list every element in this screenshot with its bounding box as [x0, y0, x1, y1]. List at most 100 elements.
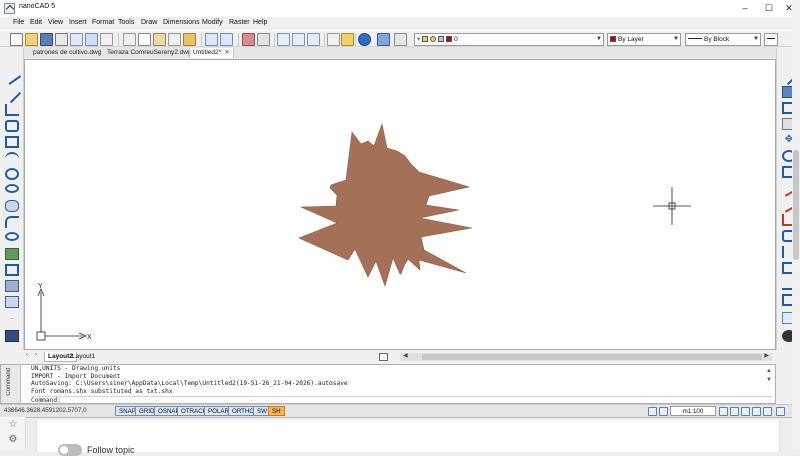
line-tool-icon[interactable]: [2, 67, 22, 85]
redo-icon[interactable]: [220, 33, 233, 46]
command-line: UN,UNITS - Drawing units: [31, 365, 121, 372]
cut-icon[interactable]: [123, 33, 136, 46]
zoom-extents-icon[interactable]: [292, 33, 305, 46]
table-tool-icon[interactable]: [5, 330, 19, 342]
measure-ruler-icon[interactable]: [341, 33, 354, 46]
menu-file[interactable]: File: [13, 18, 24, 28]
save-icon[interactable]: [40, 33, 53, 46]
zoom-realtime-icon[interactable]: [257, 33, 270, 46]
tab-layout1[interactable]: Layout1: [69, 352, 98, 362]
menu-dimensions[interactable]: Dimensions: [163, 18, 200, 28]
publish-icon[interactable]: [85, 33, 98, 46]
follow-topic-label: Follow topic: [87, 445, 135, 455]
gear-icon[interactable]: ⚙: [7, 434, 19, 446]
make-block-icon[interactable]: [5, 264, 19, 276]
layers-manager-icon[interactable]: [377, 33, 390, 46]
lineweight-select[interactable]: [764, 33, 778, 46]
drawing-canvas[interactable]: Y X: [24, 59, 776, 350]
menu-modify[interactable]: Modify: [202, 18, 223, 28]
help-icon[interactable]: [358, 33, 371, 46]
tab-patrones-de-cultivo[interactable]: patrones de cultivo.dwg: [30, 48, 106, 58]
menu-edit[interactable]: Edit: [30, 18, 42, 28]
match-properties-icon[interactable]: [168, 33, 181, 46]
menu-view[interactable]: View: [48, 18, 63, 28]
minimize-button[interactable]: –: [734, 0, 756, 17]
region-tool-icon[interactable]: [5, 296, 19, 308]
sh-toggle[interactable]: SH: [268, 406, 285, 416]
viewport-icon[interactable]: [659, 407, 668, 416]
distance-icon[interactable]: [327, 33, 340, 46]
toolbar-separator: [238, 33, 239, 46]
scroll-thumb[interactable]: [422, 354, 762, 360]
paste-icon[interactable]: [153, 33, 166, 46]
linetype-select[interactable]: By Block ▼: [685, 33, 761, 46]
layout-prev-icon[interactable]: ‹: [26, 352, 28, 358]
page-scrollbar[interactable]: [792, 0, 800, 450]
hatch-shape: [298, 122, 473, 287]
star-icon[interactable]: ☆: [7, 419, 19, 431]
scroll-left-icon[interactable]: ◀: [403, 352, 408, 359]
command-window: Command UN,UNITS - Drawing units IMPORT …: [0, 364, 776, 404]
layer-state-icon[interactable]: [394, 33, 407, 46]
ellipse-tool-icon[interactable]: [5, 184, 19, 193]
zoom-previous-icon[interactable]: [307, 33, 320, 46]
settings-icon[interactable]: [763, 407, 772, 416]
scroll-right-icon[interactable]: ▶: [764, 352, 769, 359]
xline-tool-icon[interactable]: [2, 84, 22, 104]
undo-icon[interactable]: [205, 33, 218, 46]
tab-terraza-comreusereny2[interactable]: Terraza ComreuSereny2.dwg*: [104, 48, 199, 58]
open-file-icon[interactable]: [25, 33, 38, 46]
horizontal-scrollbar[interactable]: ◀ ▶: [400, 353, 772, 361]
properties-icon[interactable]: [100, 33, 113, 46]
layer-select[interactable]: ▾ 0 ▼: [414, 33, 604, 46]
tab-untitled2[interactable]: Untitled2* ✕: [189, 48, 234, 58]
menu-insert[interactable]: Insert: [69, 18, 87, 28]
cursor-coordinates: 436646.3628,4591202.5707,0: [4, 407, 87, 414]
print-icon[interactable]: [55, 33, 68, 46]
print-preview-icon[interactable]: [70, 33, 83, 46]
revision-cloud-icon[interactable]: [5, 200, 19, 212]
menu-tools[interactable]: Tools: [118, 18, 134, 28]
refresh-icon[interactable]: [752, 407, 761, 416]
circle-tool-icon[interactable]: [5, 168, 19, 180]
toolbar-separator: [118, 33, 119, 46]
menu-bar: File Edit View Insert Format Tools Draw …: [0, 17, 800, 29]
layout-next-icon[interactable]: ›: [35, 352, 37, 358]
rectangle-tool-icon[interactable]: [5, 136, 19, 148]
brush-icon[interactable]: [183, 33, 196, 46]
orbit-icon[interactable]: [741, 407, 750, 416]
ellipse-arc-icon[interactable]: [5, 232, 19, 241]
menu-help[interactable]: Help: [253, 18, 267, 28]
fullscreen-icon[interactable]: [776, 407, 785, 416]
copy-icon[interactable]: [138, 33, 151, 46]
pan-icon[interactable]: [242, 33, 255, 46]
color-select[interactable]: By Layer ▼: [607, 33, 681, 46]
page-scroll-thumb[interactable]: [793, 150, 799, 260]
layout-toggle-icon[interactable]: [379, 353, 388, 361]
insert-block-icon[interactable]: [5, 248, 19, 260]
arc-tool-icon[interactable]: [5, 152, 19, 164]
menu-format[interactable]: Format: [92, 18, 114, 28]
new-file-icon[interactable]: [10, 33, 23, 46]
toolbar-separator: [324, 33, 325, 46]
polygon-tool-icon[interactable]: [5, 120, 19, 132]
menu-raster[interactable]: Raster: [229, 18, 250, 28]
pan-status-icon[interactable]: [730, 407, 739, 416]
point-tool-icon[interactable]: ·: [5, 314, 19, 326]
command-input[interactable]: Command:: [31, 396, 773, 404]
maximize-button[interactable]: ☐: [758, 0, 780, 17]
model-space-icon[interactable]: [648, 407, 657, 416]
canvas-svg: Y X: [36, 122, 691, 341]
page-left-rail: ☆ ⚙: [0, 417, 26, 450]
follow-topic-toggle[interactable]: [58, 444, 82, 456]
zoom-window-icon[interactable]: [277, 33, 290, 46]
linetype-value: By Block: [704, 36, 730, 43]
annotation-scale[interactable]: m1:100: [670, 406, 716, 416]
command-scrollbar[interactable]: ▲ ▼: [765, 367, 773, 395]
menu-draw[interactable]: Draw: [141, 18, 157, 28]
hatch-tool-icon[interactable]: [5, 280, 19, 292]
spline-tool-icon[interactable]: [5, 216, 19, 228]
close-tab-icon[interactable]: ✕: [224, 49, 229, 56]
zoom-icon[interactable]: [719, 407, 728, 416]
polyline-tool-icon[interactable]: [5, 104, 19, 116]
